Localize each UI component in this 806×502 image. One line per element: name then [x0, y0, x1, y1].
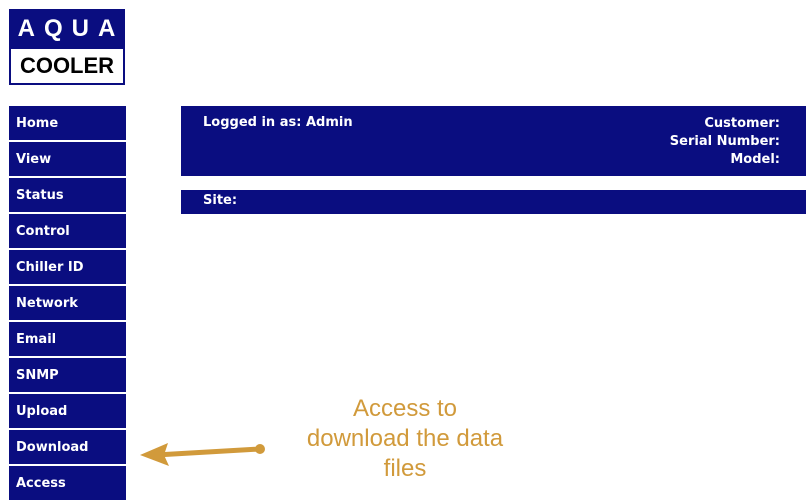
serial-number-label: Serial Number:: [669, 134, 780, 149]
nav-item-view[interactable]: View: [9, 142, 126, 176]
nav-item-download[interactable]: Download: [9, 430, 126, 464]
site-bar: Site:: [181, 190, 806, 214]
model-label: Model:: [730, 152, 780, 167]
customer-label: Customer:: [704, 116, 780, 131]
sidebar-nav: Home View Status Control Chiller ID Netw…: [9, 106, 126, 502]
annotation-line-1: Access to: [352, 395, 458, 422]
nav-item-chiller-id[interactable]: Chiller ID: [9, 250, 126, 284]
annotation-line-2: download the data: [306, 425, 504, 452]
logo-bottom-text: COOLER: [9, 49, 125, 85]
nav-item-email[interactable]: Email: [9, 322, 126, 356]
logged-in-text: Logged in as: Admin: [203, 115, 353, 130]
annotation-arrow-icon: [140, 443, 265, 466]
nav-item-snmp[interactable]: SNMP: [9, 358, 126, 392]
nav-item-control[interactable]: Control: [9, 214, 126, 248]
nav-item-access[interactable]: Access: [9, 466, 126, 500]
annotation-line-3: files: [383, 455, 427, 482]
device-info: Customer: Serial Number: Model:: [670, 115, 780, 169]
site-label: Site:: [203, 193, 238, 208]
nav-item-home[interactable]: Home: [9, 106, 126, 140]
annotation-text: Access to download the data files: [270, 394, 540, 484]
nav-item-network[interactable]: Network: [9, 286, 126, 320]
nav-item-upload[interactable]: Upload: [9, 394, 126, 428]
aqua-cooler-logo: AQUA COOLER: [9, 9, 125, 85]
header-info-bar: Logged in as: Admin Customer: Serial Num…: [181, 106, 806, 176]
nav-item-status[interactable]: Status: [9, 178, 126, 212]
logo-top-text: AQUA: [9, 9, 125, 49]
